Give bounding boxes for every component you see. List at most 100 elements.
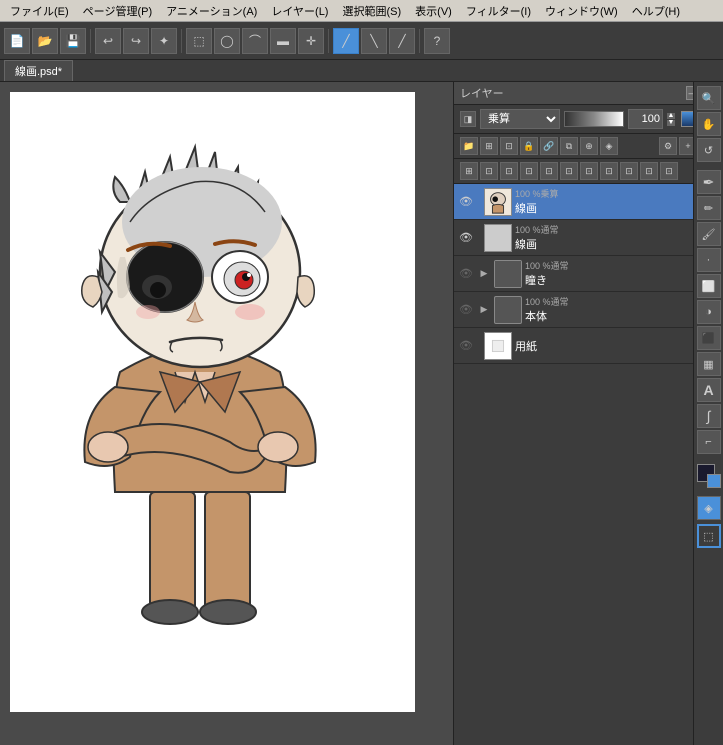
layer-4-blend: 100 %通常 [525,295,719,308]
layer-settings-btn[interactable]: ⚙ [659,137,677,155]
layer-row[interactable]: 👁 用紙 [454,328,723,364]
tabbar: 線画.psd* [0,60,723,82]
help-btn[interactable]: ? [424,28,450,54]
dot-tool-btn[interactable]: · [697,248,721,272]
select-ellipse-btn[interactable]: ◯ [214,28,240,54]
pen2-btn[interactable]: ╲ [361,28,387,54]
fill-shape-btn[interactable]: ▬ [270,28,296,54]
opacity-up-btn[interactable]: ▲ [667,113,675,119]
layer-trash-btn[interactable]: ⊡ [660,162,678,180]
menu-animation[interactable]: アニメーション(A) [160,1,263,21]
layer-3-expand-btn[interactable]: ▶ [477,267,491,281]
layer-5-name: 用紙 [515,338,719,354]
layer-clip-btn[interactable]: ⧉ [560,137,578,155]
layer-lock-btn[interactable]: 🔒 [520,137,538,155]
layer-merge-btn[interactable]: ⊡ [500,137,518,155]
menu-help[interactable]: ヘルプ(H) [626,1,686,21]
canvas-area[interactable] [0,82,453,745]
rotate-tool-btn[interactable]: ↺ [697,138,721,162]
layer-panel-header: レイヤー — × [454,82,723,105]
new-btn[interactable]: 📄 [4,28,30,54]
blend-icon-left[interactable]: ◨ [460,111,476,127]
opacity-input[interactable] [628,109,663,129]
menu-selection[interactable]: 選択範囲(S) [336,1,407,21]
layer-paste-btn[interactable]: ⊡ [540,162,558,180]
layer-blend2-btn[interactable]: ⊡ [600,162,618,180]
sep4 [419,29,420,53]
secondary-color-swatch[interactable] [707,474,721,488]
layer-4-name: 本体 [525,308,719,324]
blend-tool-btn[interactable]: ◑ [697,300,721,324]
layer-menu-btn[interactable]: ⊡ [640,162,658,180]
lasso-btn[interactable]: ⌒ [242,28,268,54]
fill-tool-btn[interactable]: ⬛ [697,326,721,350]
sep2 [181,29,182,53]
layer-link-btn[interactable]: 🔗 [540,137,558,155]
layer-search-btn[interactable]: ⊡ [480,162,498,180]
transform-tool-btn[interactable]: ⌐ [697,430,721,454]
undo-btn[interactable]: ↩ [95,28,121,54]
eyedropper-btn[interactable]: ⬚ [697,524,721,548]
layer-row[interactable]: 👁 100 %乗算 線画 [454,184,723,220]
layer-3-blend: 100 %通常 [525,259,719,272]
hand-tool-btn[interactable]: ✋ [697,112,721,136]
save-btn[interactable]: 💾 [60,28,86,54]
pen-tool-btn[interactable]: ╱ [333,28,359,54]
layer-expand-all-btn[interactable]: ⊞ [460,162,478,180]
brush-tool-btn[interactable]: 🖌 [697,222,721,246]
layer-1-blend: 100 %乗算 [515,187,719,200]
layer-5-thumbnail [484,332,512,360]
layer-1-visibility-btn[interactable]: 👁 [458,194,474,210]
layer-new-folder-btn[interactable]: 📁 [460,137,478,155]
layer-color-btn[interactable]: ⊡ [580,162,598,180]
menu-filter[interactable]: フィルター(I) [460,1,537,21]
menu-window[interactable]: ウィンドウ(W) [539,1,624,21]
sep1 [90,29,91,53]
color-swatches [697,464,721,488]
select-rect-btn[interactable]: ⬚ [186,28,212,54]
redo-btn[interactable]: ↪ [123,28,149,54]
layer-5-info: 用紙 [515,338,719,354]
opacity-down-btn[interactable]: ▼ [667,120,675,126]
layer-3-visibility-btn[interactable]: 👁 [458,266,474,282]
eraser-tool-btn[interactable]: ⬜ [697,274,721,298]
layer-ref-btn[interactable]: ⊕ [580,137,598,155]
tab-file[interactable]: 線画.psd* [4,60,73,81]
layer-row[interactable]: 👁 ▶ 100 %通常 瞳き [454,256,723,292]
layer-5-visibility-btn[interactable]: 👁 [458,338,474,354]
menu-page[interactable]: ページ管理(P) [77,1,158,21]
menu-layer[interactable]: レイヤー(L) [265,1,334,21]
layer-history-btn[interactable]: ⊡ [560,162,578,180]
pen-tool-btn[interactable]: ✒ [697,170,721,194]
layer-copy-btn[interactable]: ⊡ [520,162,538,180]
zoom-tool-btn[interactable]: 🔍 [697,86,721,110]
open-btn[interactable]: 📂 [32,28,58,54]
layer-2-info: 100 %通常 線画 [515,223,719,252]
menu-view[interactable]: 表示(V) [409,1,458,21]
layer-mask-btn[interactable]: ◈ [600,137,618,155]
move-btn[interactable]: ✛ [298,28,324,54]
shape-tool-btn[interactable]: ∫ [697,404,721,428]
blend-controls: ◨ 乗算 通常 スクリーン オーバーレイ ▲ ▼ [454,105,723,134]
layer-filter-btn[interactable]: ⊞ [480,137,498,155]
layer-2-visibility-btn[interactable]: 👁 [458,230,474,246]
layer-4-visibility-btn[interactable]: 👁 [458,302,474,318]
layer-composite-btn[interactable]: ⊡ [620,162,638,180]
layer-panel: レイヤー — × ◨ 乗算 通常 スクリーン オーバーレイ ▲ ▼ [453,82,723,745]
color-picker-btn[interactable]: ◈ [697,496,721,520]
sparkle-btn[interactable]: ✦ [151,28,177,54]
layer-row[interactable]: 👁 100 %通常 線画 [454,220,723,256]
blend-mode-select[interactable]: 乗算 通常 スクリーン オーバーレイ [480,109,560,129]
pencil-tool-btn[interactable]: ✏ [697,196,721,220]
gradient-tool-btn[interactable]: ▦ [697,352,721,376]
layer-1-name: 線画 [515,200,719,216]
layer-3-info: 100 %通常 瞳き [525,259,719,288]
layers-list[interactable]: 👁 100 %乗算 線画 👁 [454,184,723,745]
layer-4-expand-btn[interactable]: ▶ [477,303,491,317]
layer-row[interactable]: 👁 ▶ 100 %通常 本体 [454,292,723,328]
pen3-btn[interactable]: ╱ [389,28,415,54]
menu-file[interactable]: ファイル(E) [4,1,75,21]
text-tool-btn[interactable]: A [697,378,721,402]
layer-3-name: 瞳き [525,272,719,288]
layer-bookmark-btn[interactable]: ⊡ [500,162,518,180]
